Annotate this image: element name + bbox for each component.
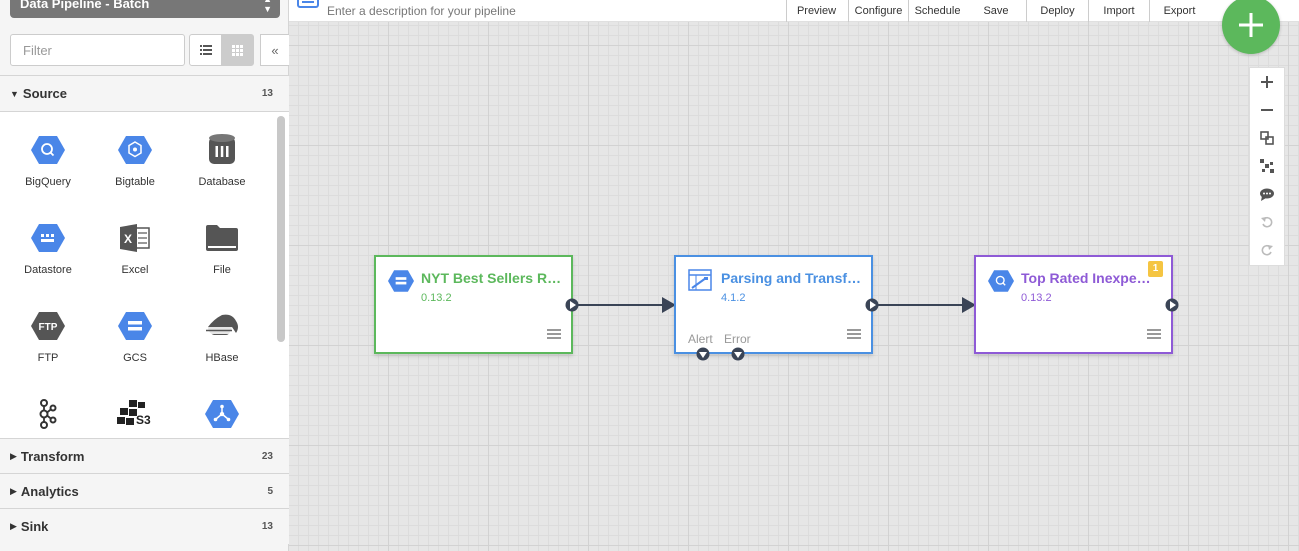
layout-icon [1260,159,1274,173]
error-port[interactable] [731,347,745,361]
comment-icon [1260,188,1274,201]
output-port[interactable] [865,298,879,312]
output-port[interactable] [1165,298,1179,312]
zoom-in-button[interactable] [1250,68,1284,96]
output-port[interactable] [565,298,579,312]
fit-screen-icon [1260,131,1274,145]
fit-to-screen-button[interactable] [1250,124,1284,152]
add-comment-button[interactable] [1250,180,1284,208]
minus-icon [1261,109,1273,111]
redo-button[interactable] [1250,236,1284,264]
undo-icon [1261,216,1273,228]
undo-button[interactable] [1250,208,1284,236]
alert-port[interactable] [696,347,710,361]
plus-icon [1261,76,1273,88]
canvas-controls [1249,67,1285,266]
zoom-out-button[interactable] [1250,96,1284,124]
plus-icon [1239,13,1263,37]
ports-layer [565,298,1179,361]
cleanup-layout-button[interactable] [1250,152,1284,180]
redo-icon [1261,244,1273,256]
